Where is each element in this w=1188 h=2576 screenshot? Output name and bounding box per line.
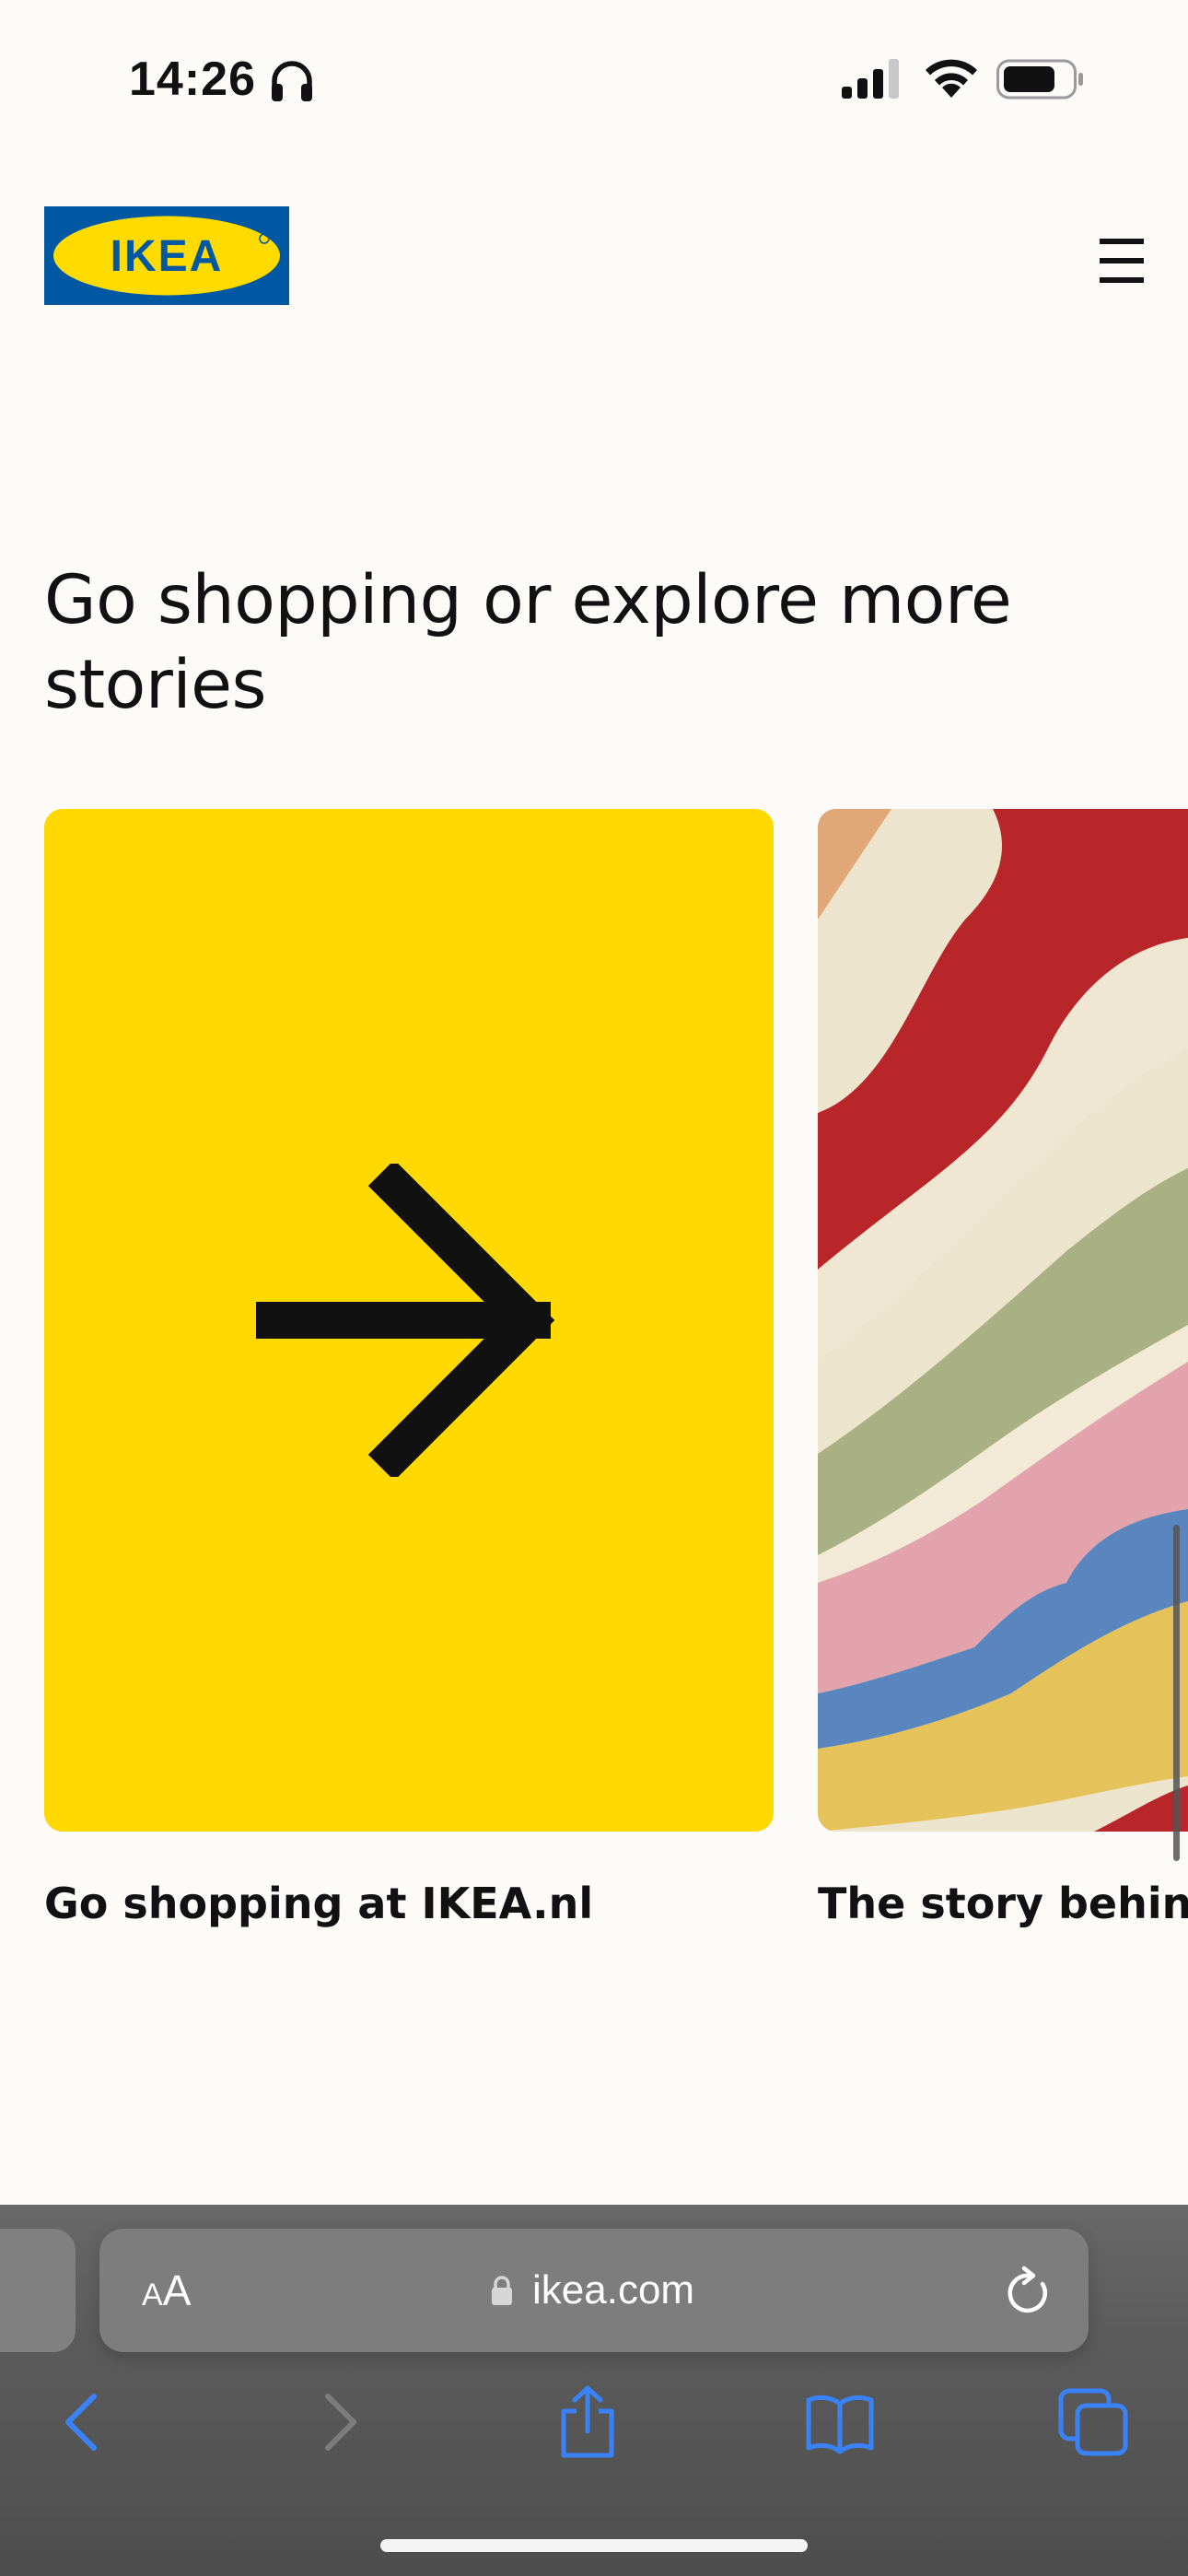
- bookmarks-icon[interactable]: [803, 2385, 877, 2459]
- url-text[interactable]: ikea.com: [532, 2264, 694, 2317]
- scroll-indicator: [1173, 1525, 1180, 1861]
- hamburger-menu-icon[interactable]: [1089, 235, 1155, 287]
- home-indicator: [380, 2539, 808, 2552]
- headphones-icon: [272, 61, 312, 101]
- card-shop-media[interactable]: [44, 809, 774, 1832]
- wifi-icon: [926, 59, 977, 98]
- card-story-media[interactable]: [818, 809, 1188, 1832]
- forward-icon[interactable]: [302, 2385, 376, 2459]
- reader-aa-large: A: [162, 2266, 192, 2314]
- tabs-icon[interactable]: [1057, 2385, 1131, 2459]
- status-bar: 14:26: [0, 0, 1188, 157]
- card-story[interactable]: The story behind: [818, 809, 1188, 1931]
- arrow-right-icon: [256, 1164, 555, 1477]
- ikea-logo-text: IKEA: [111, 232, 224, 281]
- battery-icon: [996, 59, 1083, 100]
- card-caption[interactable]: Go shopping at IKEA.nl: [44, 1876, 774, 1931]
- reader-mode-button[interactable]: AA: [142, 2266, 191, 2320]
- reload-icon[interactable]: [1002, 2264, 1054, 2317]
- status-time: 14:26: [129, 53, 256, 106]
- ikea-logo[interactable]: IKEA: [44, 206, 289, 305]
- share-icon[interactable]: [551, 2385, 624, 2459]
- safari-toolbar: AA ikea.com: [0, 2205, 1188, 2576]
- lock-icon: [492, 2276, 512, 2305]
- previous-tab-preview[interactable]: [0, 2229, 76, 2352]
- striped-textile-image: [818, 809, 1188, 1832]
- card-go-shopping[interactable]: Go shopping at IKEA.nl: [44, 809, 774, 1931]
- address-bar[interactable]: AA ikea.com: [99, 2229, 1089, 2352]
- signal-icon: [842, 59, 899, 99]
- card-caption[interactable]: The story behind: [818, 1876, 1188, 1931]
- section-title: Go shopping or explore more stories: [44, 561, 1012, 724]
- back-icon[interactable]: [46, 2385, 120, 2459]
- reader-aa-small: A: [142, 2277, 163, 2313]
